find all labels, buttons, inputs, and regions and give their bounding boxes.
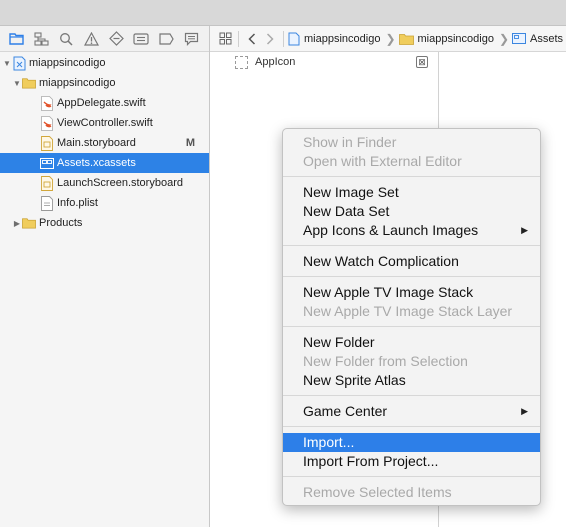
storyboard-file-icon <box>40 175 54 191</box>
menu-separator <box>283 326 540 327</box>
xcode-project-icon <box>12 56 26 71</box>
menu-separator <box>283 176 540 177</box>
menu-item-new-data-set[interactable]: New Data Set <box>283 202 540 221</box>
unassigned-slot-icon: ⊠ <box>416 56 428 68</box>
related-items-grid-icon[interactable] <box>216 30 234 48</box>
asset-catalog-icon <box>40 156 54 171</box>
menu-separator <box>283 276 540 277</box>
context-menu: Show in Finder Open with External Editor… <box>282 128 541 506</box>
menu-item-app-icons-launch-images[interactable]: App Icons & Launch Images ▶ <box>283 221 540 240</box>
asset-item-appicon[interactable]: AppIcon ⊠ <box>210 52 438 72</box>
menu-item-new-folder[interactable]: New Folder <box>283 333 540 352</box>
submenu-arrow-icon: ▶ <box>521 406 528 416</box>
forward-chevron-icon[interactable] <box>261 30 279 48</box>
back-chevron-icon[interactable] <box>243 30 261 48</box>
breadcrumb-project[interactable]: miappsincodigo <box>288 32 380 46</box>
warning-icon[interactable] <box>83 31 99 47</box>
storyboard-file-icon <box>40 135 54 151</box>
asset-catalog-icon <box>512 32 526 45</box>
window-toolbar <box>0 0 566 26</box>
breakpoint-icon[interactable] <box>158 31 174 47</box>
divider <box>283 30 284 47</box>
menu-separator <box>283 476 540 477</box>
menu-item-new-image-set[interactable]: New Image Set <box>283 183 540 202</box>
menu-item-new-tv-image-stack[interactable]: New Apple TV Image Stack <box>283 283 540 302</box>
menu-separator <box>283 426 540 427</box>
menu-item-import[interactable]: Import... <box>283 433 540 452</box>
tree-row-file[interactable]: LaunchScreen.storyboard <box>0 173 209 193</box>
project-navigator: ▼ miappsincodigo ▼ miappsincodigo AppDel… <box>0 26 210 527</box>
tree-row-label: Products <box>39 217 83 229</box>
menu-item-label: App Icons & Launch Images <box>303 222 479 238</box>
jump-bar: miappsincodigo ❯ miappsincodigo ❯ Assets <box>210 26 566 52</box>
modified-badge: M <box>185 137 195 149</box>
menu-item-import-from-project[interactable]: Import From Project... <box>283 452 540 471</box>
tree-row-label: LaunchScreen.storyboard <box>57 177 183 189</box>
tree-row-file[interactable]: Main.storyboard M <box>0 133 209 153</box>
tree-row-group-folder[interactable]: ▼ miappsincodigo <box>0 73 209 93</box>
tree-row-group-folder[interactable]: ▶ Products <box>0 213 209 233</box>
debug-icon[interactable] <box>133 31 149 47</box>
menu-item-new-watch-complication[interactable]: New Watch Complication <box>283 252 540 271</box>
menu-item-game-center[interactable]: Game Center ▶ <box>283 402 540 421</box>
tree-row-file-selected[interactable]: Assets.xcassets <box>0 153 209 173</box>
tree-row-label: miappsincodigo <box>29 57 106 69</box>
menu-item-new-folder-from-selection: New Folder from Selection <box>303 353 468 369</box>
tree-row-label: Assets.xcassets <box>57 157 136 169</box>
tree-row-file[interactable]: AppDelegate.swift <box>0 93 209 113</box>
breadcrumb-separator-icon: ❯ <box>498 31 509 46</box>
menu-item-new-tv-image-stack-layer: New Apple TV Image Stack Layer <box>303 303 513 319</box>
asset-item-label: AppIcon <box>255 56 296 68</box>
file-tree: ▼ miappsincodigo ▼ miappsincodigo AppDel… <box>0 52 209 233</box>
navigator-selector-bar <box>0 26 209 52</box>
breadcrumb-group[interactable]: miappsincodigo <box>398 32 494 45</box>
swift-file-icon <box>40 115 54 131</box>
test-diamond-icon[interactable] <box>108 31 124 47</box>
tree-row-label: miappsincodigo <box>39 77 116 89</box>
menu-separator <box>283 245 540 246</box>
submenu-arrow-icon: ▶ <box>521 225 528 235</box>
report-icon[interactable] <box>183 31 199 47</box>
tree-row-label: ViewController.swift <box>57 117 153 129</box>
plist-file-icon <box>40 195 54 211</box>
menu-item-open-external-editor: Open with External Editor <box>303 153 462 169</box>
tree-row-project[interactable]: ▼ miappsincodigo <box>0 53 209 73</box>
tree-row-file[interactable]: ViewController.swift <box>0 113 209 133</box>
folder-icon <box>398 33 414 45</box>
folder-icon <box>22 216 36 231</box>
disclosure-open-icon[interactable]: ▼ <box>2 59 12 68</box>
menu-item-new-sprite-atlas[interactable]: New Sprite Atlas <box>283 371 540 390</box>
divider <box>238 30 239 47</box>
menu-separator <box>283 395 540 396</box>
folder-icon[interactable] <box>8 31 24 47</box>
menu-item-remove-selected-items: Remove Selected Items <box>303 484 452 500</box>
breadcrumb-label: miappsincodigo <box>304 32 381 45</box>
swift-file-icon <box>40 95 54 111</box>
app-icon-placeholder-icon <box>235 55 248 69</box>
breadcrumb-separator-icon: ❯ <box>385 31 396 46</box>
folder-icon <box>22 76 36 91</box>
disclosure-closed-icon[interactable]: ▶ <box>12 219 22 228</box>
menu-item-label: Game Center <box>303 403 388 419</box>
disclosure-open-icon[interactable]: ▼ <box>12 79 22 88</box>
tree-row-label: Main.storyboard <box>57 137 136 149</box>
search-icon[interactable] <box>58 31 74 47</box>
xcode-project-icon <box>288 32 300 46</box>
breadcrumb-file[interactable]: Assets <box>512 32 563 45</box>
menu-item-show-in-finder: Show in Finder <box>303 134 397 150</box>
breadcrumb-label: miappsincodigo <box>417 32 494 45</box>
tree-row-label: Info.plist <box>57 197 98 209</box>
tree-row-file[interactable]: Info.plist <box>0 193 209 213</box>
breadcrumb-label: Assets <box>530 32 564 45</box>
tree-row-label: AppDelegate.swift <box>57 97 146 109</box>
symbol-navigator-icon[interactable] <box>33 31 49 47</box>
